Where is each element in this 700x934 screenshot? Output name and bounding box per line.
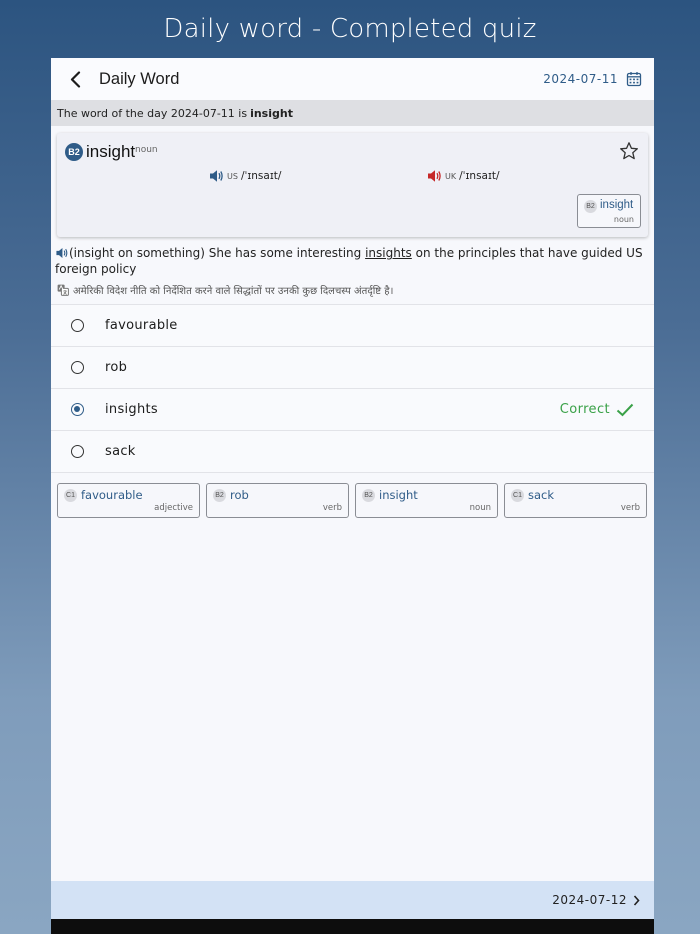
us-label: US (227, 171, 238, 181)
radio-button[interactable] (71, 319, 84, 332)
speaker-icon[interactable] (209, 169, 224, 183)
speaker-icon[interactable] (427, 169, 442, 183)
chip-level: B2 (584, 200, 597, 213)
example-before: (insight on something) She has some inte… (69, 246, 362, 260)
radio-button[interactable] (71, 361, 84, 374)
chip-pos: noun (613, 215, 634, 224)
chip-word: insight (379, 488, 418, 502)
screenshot-banner-title: Daily word - Completed quiz (163, 14, 537, 44)
headword: insight (86, 142, 136, 161)
option-label: insights (105, 402, 158, 417)
speaker-icon[interactable] (55, 247, 69, 259)
uk-ipa: /ˈɪnsaɪt/ (459, 170, 500, 182)
translation-row: अमेरिकी विदेश नीति को निर्देशित करने वाल… (51, 277, 654, 299)
chevron-right-icon (633, 894, 640, 906)
radio-button-selected[interactable] (71, 403, 84, 416)
current-date[interactable]: 2024-07-11 (543, 72, 618, 86)
chip-pos: noun (469, 503, 491, 513)
example-highlight: insights (365, 246, 412, 260)
translate-icon (57, 284, 69, 296)
radio-button[interactable] (71, 445, 84, 458)
calendar-icon[interactable] (626, 71, 642, 87)
word-chips: C1 favourable adjective B2 rob verb B2 i… (51, 473, 654, 518)
word-card: B2 insight noun US /ˈɪnsaɪt/ UK /ˈɪnsaɪt… (57, 133, 648, 237)
chip-level: B2 (213, 489, 226, 502)
checkmark-icon (616, 403, 634, 416)
chip-level: B2 (362, 489, 375, 502)
bottom-navigation-bar: 2024-07-12 (51, 881, 654, 919)
home-indicator-bar (51, 919, 654, 934)
option-label: sack (105, 444, 136, 459)
word-chip[interactable]: B2 insight noun (355, 483, 498, 518)
quiz-option-selected[interactable]: insights Correct (51, 389, 654, 431)
word-of-day-strip: The word of the day 2024-07-11 is insigh… (51, 100, 654, 126)
us-ipa: /ˈɪnsaɪt/ (240, 170, 282, 182)
top-app-bar: Daily Word 2024-07-11 (51, 58, 654, 100)
chip-word: sack (528, 488, 555, 502)
uk-pronunciation: UK /ˈɪnsaɪt/ (427, 169, 500, 183)
next-day-button[interactable]: 2024-07-12 (552, 893, 640, 907)
chevron-left-icon (70, 70, 80, 88)
back-button[interactable] (65, 69, 85, 89)
quiz-option[interactable]: rob (51, 347, 654, 389)
page-title: Daily Word (99, 69, 180, 88)
quiz-options: favourable rob insights Correct sack (51, 304, 654, 473)
option-label: rob (105, 360, 128, 375)
chip-pos: verb (620, 503, 640, 513)
translation-text: अमेरिकी विदेश नीति को निर्देशित करने वाल… (73, 286, 394, 297)
next-date: 2024-07-12 (552, 893, 627, 907)
chip-pos: adjective (154, 503, 193, 513)
quiz-option[interactable]: sack (51, 431, 654, 473)
word-chip-mini[interactable]: B2 insight noun (577, 194, 641, 228)
us-pronunciation: US /ˈɪnsaɪt/ (209, 169, 281, 183)
result-label: Correct (559, 402, 610, 417)
chip-word: favourable (81, 488, 143, 502)
correct-indicator: Correct (560, 402, 634, 417)
chip-level: C1 (64, 489, 77, 502)
chip-word: insight (600, 199, 634, 211)
wod-word: insight (250, 106, 293, 120)
chip-level: C1 (511, 489, 524, 502)
word-chip[interactable]: C1 favourable adjective (57, 483, 200, 518)
star-icon[interactable] (619, 141, 639, 161)
word-chip[interactable]: C1 sack verb (504, 483, 647, 518)
level-badge: B2 (65, 143, 83, 161)
word-chip[interactable]: B2 rob verb (206, 483, 349, 518)
chip-pos: verb (322, 503, 342, 513)
option-label: favourable (105, 318, 178, 333)
example-sentence: (insight on something) She has some inte… (51, 237, 654, 277)
app-screen: Daily Word 2024-07-11 The word of the da… (51, 58, 654, 934)
chip-word: rob (230, 488, 249, 502)
wod-prefix: The word of the day 2024-07-11 is (57, 106, 248, 120)
quiz-option[interactable]: favourable (51, 305, 654, 347)
uk-label: UK (445, 171, 457, 181)
part-of-speech: noun (135, 145, 158, 155)
